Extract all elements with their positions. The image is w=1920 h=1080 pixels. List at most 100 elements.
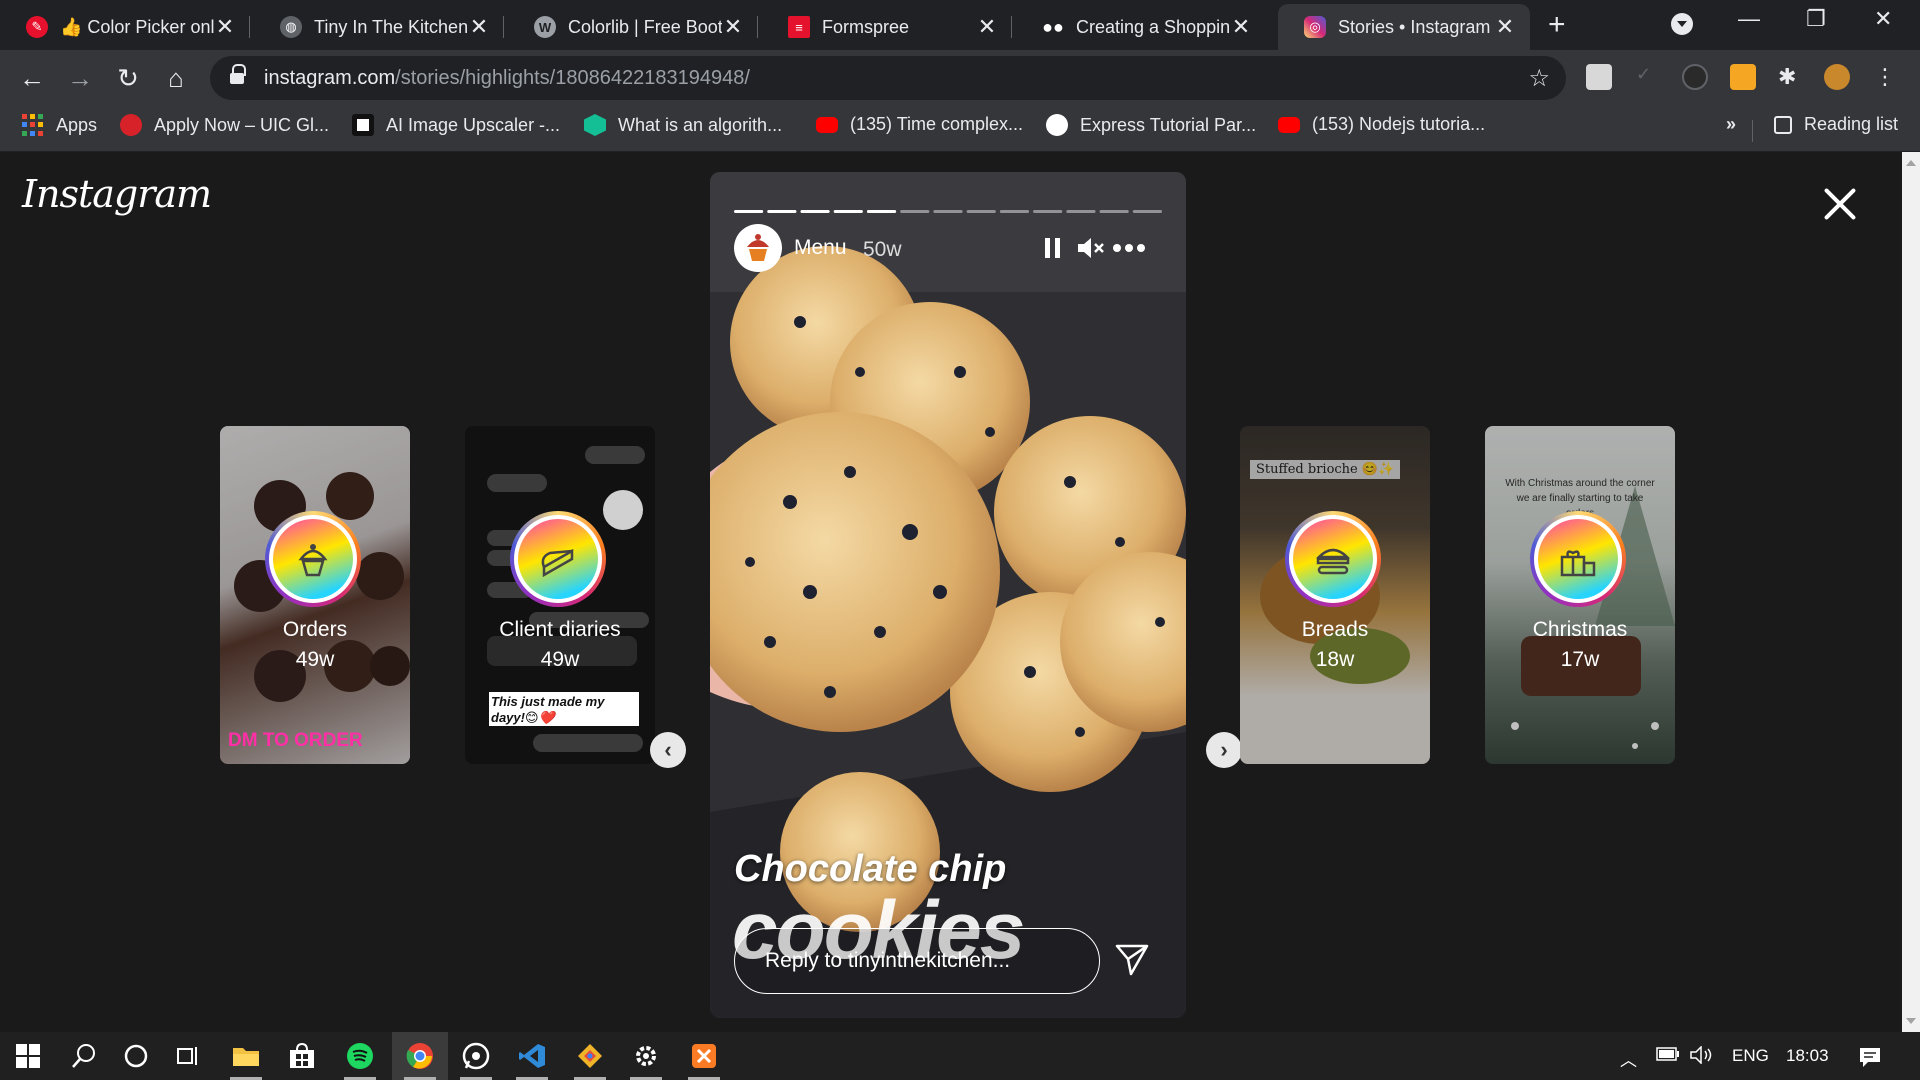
- tab-shopping[interactable]: ●● Creating a Shoppin ✕: [1016, 4, 1266, 50]
- reload-icon[interactable]: ↻: [110, 60, 146, 96]
- volume-icon[interactable]: [1690, 1045, 1714, 1069]
- close-stories-icon[interactable]: [1822, 186, 1858, 222]
- progress-segment: [1033, 210, 1063, 213]
- back-icon[interactable]: ←: [14, 60, 50, 96]
- bookmark-upscaler[interactable]: AI Image Upscaler -...: [352, 114, 560, 136]
- new-tab-button[interactable]: +: [1548, 8, 1566, 42]
- whatsapp-icon[interactable]: [448, 1032, 504, 1080]
- more-options-icon[interactable]: [1112, 236, 1146, 265]
- tab-title: Creating a Shoppin: [1076, 16, 1230, 37]
- tab-strip: ✎ 👍 Color Picker onli ✕ ◍ Tiny In The Ki…: [0, 0, 1920, 50]
- highlight-name: Client diaries: [499, 618, 621, 641]
- tab-tiny-kitchen[interactable]: ◍ Tiny In The Kitchen ✕: [254, 4, 504, 50]
- khan-academy-icon: [584, 114, 606, 136]
- show-hidden-icons-icon[interactable]: ︿: [1620, 1046, 1637, 1071]
- extension-penguin-icon[interactable]: [1730, 64, 1756, 90]
- bookmark-star-icon[interactable]: ☆: [1528, 64, 1550, 93]
- send-icon[interactable]: [1114, 942, 1150, 983]
- next-story-button[interactable]: ›: [1206, 732, 1242, 768]
- story-viewer[interactable]: Menu 50w Chocolate chip cookies Reply to…: [710, 172, 1186, 1018]
- story-title[interactable]: Menu: [794, 236, 847, 260]
- progress-segments: [734, 210, 1162, 213]
- vscode-icon[interactable]: [504, 1032, 560, 1080]
- extensions-puzzle-icon[interactable]: ✱: [1778, 64, 1804, 90]
- avatar[interactable]: [734, 224, 782, 272]
- extension-disabled-icon[interactable]: ✓: [1636, 64, 1662, 90]
- mute-icon[interactable]: [1076, 236, 1106, 265]
- highlight-preview-orders[interactable]: DM TO ORDER Orders 49w: [220, 426, 410, 764]
- bookmark-express[interactable]: Express Tutorial Par...: [1046, 114, 1256, 136]
- highlight-preview-christmas[interactable]: With Christmas around the corner we are …: [1485, 426, 1675, 764]
- reading-list-button[interactable]: Reading list: [1774, 114, 1898, 135]
- highlight-date: 49w: [295, 648, 335, 671]
- battery-icon[interactable]: [1656, 1046, 1680, 1066]
- bookmarks-overflow-button[interactable]: »: [1726, 114, 1736, 135]
- chrome-menu-icon[interactable]: ⋮: [1874, 64, 1900, 90]
- restore-icon[interactable]: ❐: [1806, 6, 1826, 32]
- tab-color-picker[interactable]: ✎ 👍 Color Picker onli ✕: [0, 4, 250, 50]
- bookmark-time-complexity[interactable]: (135) Time complex...: [816, 114, 1023, 135]
- cupcake-logo-icon: [747, 234, 769, 261]
- lock-icon[interactable]: [230, 64, 246, 86]
- tab-formspree[interactable]: ≡ Formspree ✕: [762, 4, 1012, 50]
- close-tab-icon[interactable]: ✕: [1230, 14, 1252, 40]
- bookmark-uic[interactable]: Apply Now – UIC Gl...: [120, 114, 329, 136]
- highlight-cover-ring: [1285, 511, 1381, 607]
- language-indicator[interactable]: ENG: [1732, 1046, 1769, 1066]
- highlight-preview-breads[interactable]: Stuffed brioche 😊✨ Breads 18w: [1240, 426, 1430, 764]
- chrome-icon[interactable]: [392, 1032, 448, 1080]
- page-scrollbar[interactable]: [1902, 152, 1920, 1032]
- browser-toolbar: ← → ↻ ⌂ instagram.com/stories/highlights…: [0, 50, 1920, 106]
- scroll-up-icon[interactable]: [1906, 160, 1916, 166]
- spotify-icon[interactable]: [332, 1032, 388, 1080]
- close-tab-icon[interactable]: ✕: [1494, 14, 1516, 40]
- bookmark-apps[interactable]: Apps: [22, 114, 97, 136]
- home-icon[interactable]: ⌂: [158, 60, 194, 96]
- instagram-icon: ◎: [1304, 16, 1326, 38]
- clock[interactable]: 18:03: [1786, 1046, 1829, 1066]
- settings-icon[interactable]: [618, 1032, 674, 1080]
- progress-segment: [1132, 210, 1162, 213]
- progress-segment: [1066, 210, 1096, 213]
- sandwich-icon: [1293, 519, 1373, 599]
- extension-circle-icon[interactable]: [1682, 64, 1708, 90]
- minimize-icon[interactable]: —: [1738, 6, 1760, 32]
- profile-avatar[interactable]: [1824, 64, 1850, 90]
- tab-instagram[interactable]: ◎ Stories • Instagram ✕: [1278, 4, 1530, 50]
- address-bar[interactable]: instagram.com/stories/highlights/1808642…: [210, 56, 1566, 100]
- instagram-logo[interactable]: Instagram: [22, 172, 212, 216]
- bookmark-nodejs[interactable]: (153) Nodejs tutoria...: [1278, 114, 1485, 135]
- uic-icon: [120, 114, 142, 136]
- windows-start-icon[interactable]: [0, 1032, 56, 1080]
- close-tab-icon[interactable]: ✕: [214, 14, 236, 40]
- close-window-icon[interactable]: ✕: [1874, 6, 1892, 32]
- forward-icon[interactable]: →: [62, 60, 98, 96]
- highlight-name: Breads: [1301, 618, 1369, 641]
- close-tab-icon[interactable]: ✕: [468, 14, 490, 40]
- progress-segment: [900, 210, 930, 213]
- highlight-cover-ring: [510, 511, 606, 607]
- notifications-icon[interactable]: [1858, 1046, 1882, 1073]
- cortana-icon[interactable]: [108, 1032, 164, 1080]
- pause-icon[interactable]: [1044, 236, 1062, 265]
- close-tab-icon[interactable]: ✕: [976, 14, 998, 40]
- instagram-stories-page: Instagram DM TO ORDER Orders 49w This ju…: [0, 152, 1902, 1032]
- file-explorer-icon[interactable]: [218, 1032, 274, 1080]
- store-icon[interactable]: [274, 1032, 330, 1080]
- bookmark-algorithm[interactable]: What is an algorith...: [584, 114, 782, 136]
- scroll-down-icon[interactable]: [1906, 1018, 1916, 1024]
- tab-colorlib[interactable]: W Colorlib | Free Boots ✕: [508, 4, 758, 50]
- tab-search-icon[interactable]: [1671, 13, 1693, 35]
- xampp-icon[interactable]: [676, 1032, 732, 1080]
- progress-segment: [933, 210, 963, 213]
- task-view-icon[interactable]: [160, 1032, 216, 1080]
- progress-segment: [966, 210, 996, 213]
- previous-story-button[interactable]: ‹: [650, 732, 686, 768]
- url-text[interactable]: instagram.com/stories/highlights/1808642…: [264, 67, 750, 90]
- search-icon[interactable]: [56, 1032, 112, 1080]
- reply-input[interactable]: Reply to tinyinthekitchen...: [734, 928, 1100, 994]
- close-tab-icon[interactable]: ✕: [722, 14, 744, 40]
- extension-icon[interactable]: [1586, 64, 1612, 90]
- git-icon[interactable]: [562, 1032, 618, 1080]
- highlight-preview-client-diaries[interactable]: This just made my dayy!😊❤️ Client diarie…: [465, 426, 655, 764]
